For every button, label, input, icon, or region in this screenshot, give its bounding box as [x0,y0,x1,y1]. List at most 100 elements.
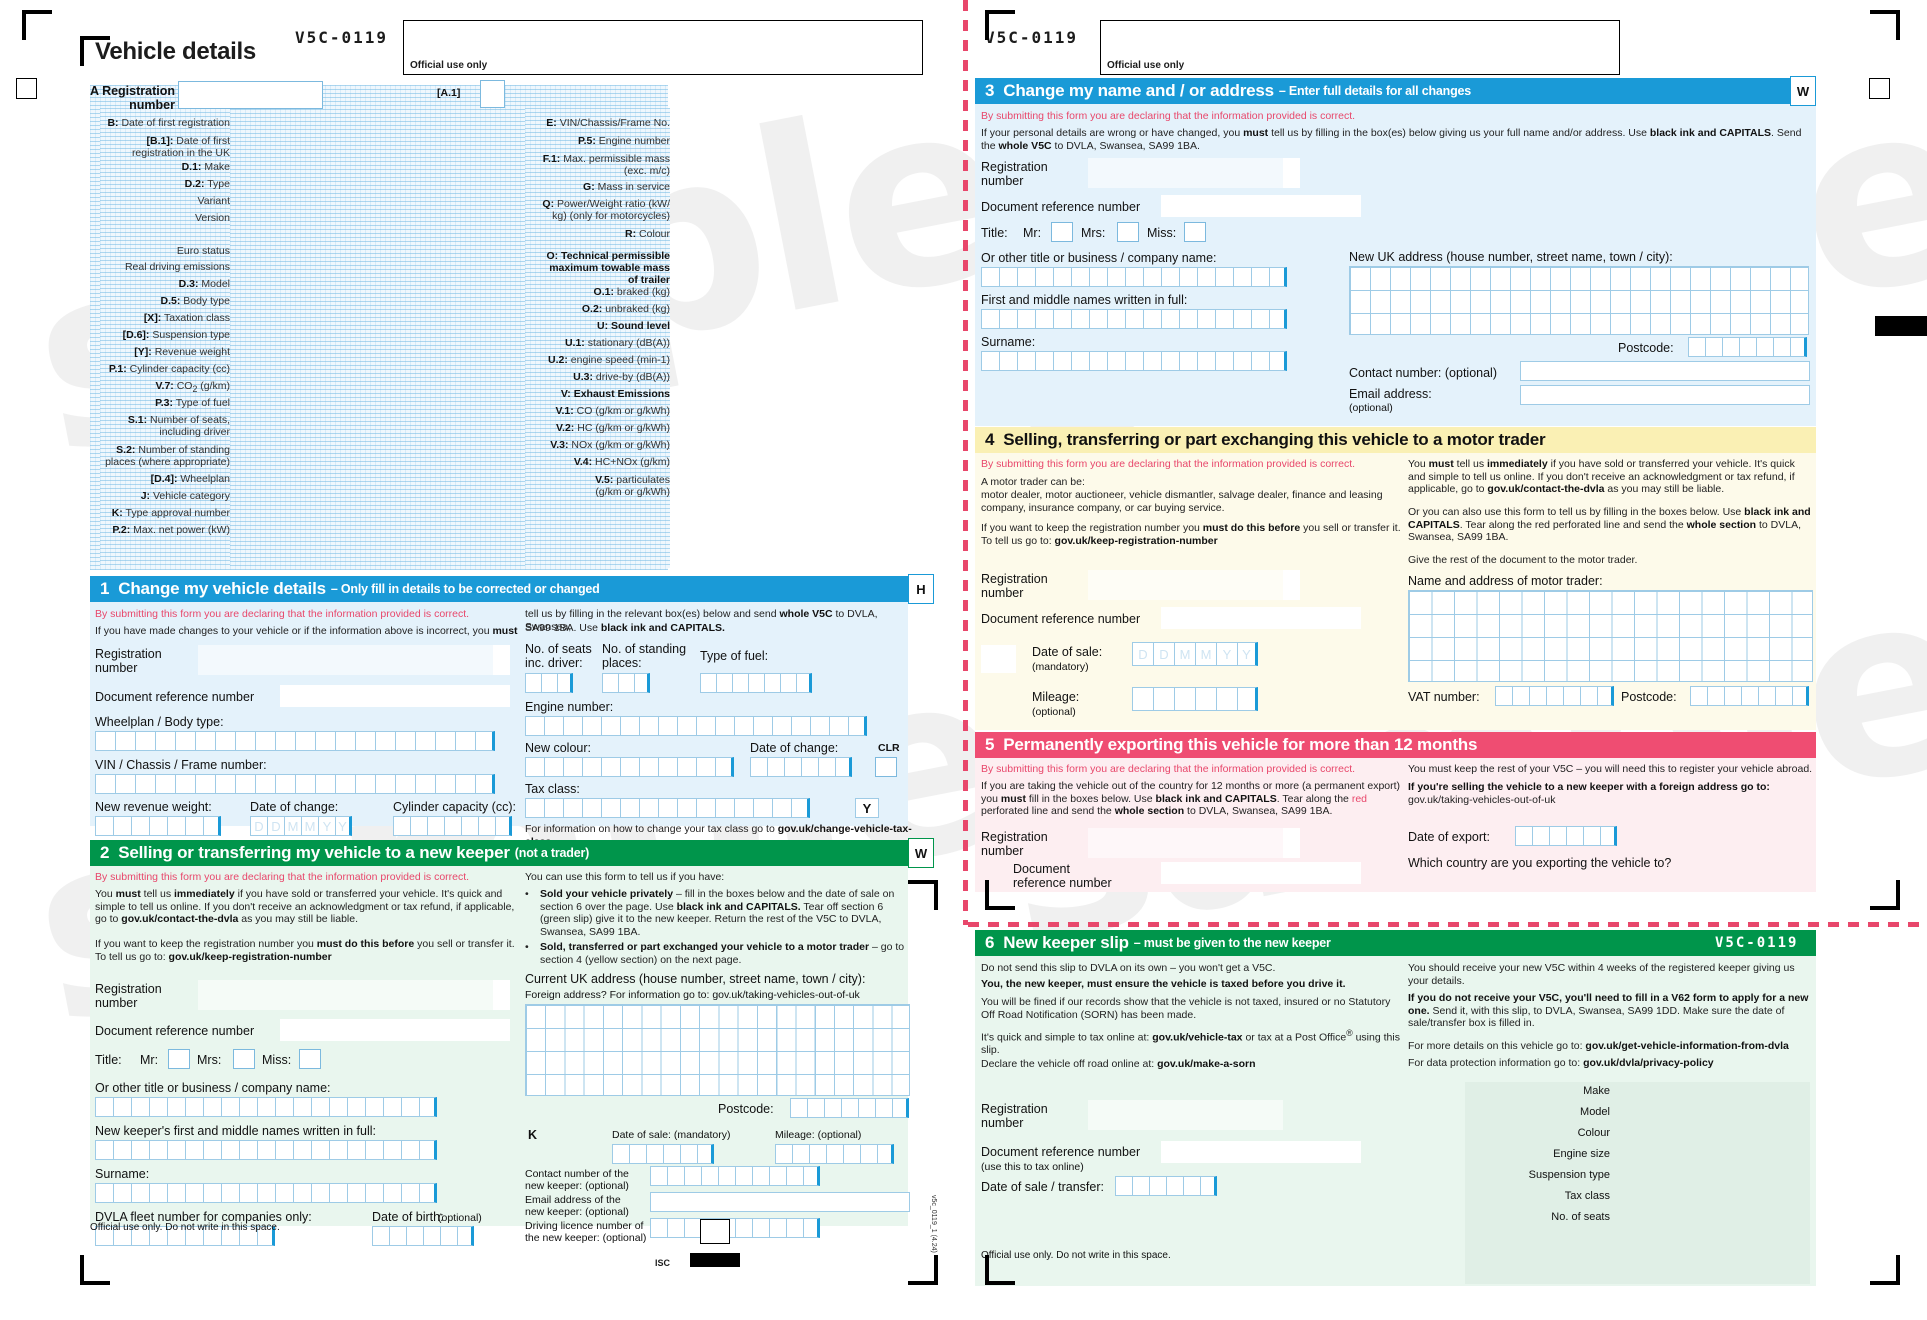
input-cell[interactable] [767,757,784,777]
input-cell[interactable] [155,774,175,794]
input-cell[interactable] [582,798,601,818]
input-cell[interactable] [383,1097,401,1117]
section2-address-grid[interactable] [525,1004,910,1096]
input-cell[interactable] [203,816,221,836]
input-cell[interactable] [395,774,415,794]
input-cell[interactable] [1741,686,1758,706]
section6-reg-input[interactable] [1088,1100,1283,1130]
section5-dateexport-cells[interactable] [1515,826,1617,846]
input-cell[interactable] [769,1166,786,1186]
input-cell[interactable] [1053,267,1071,287]
input-cell[interactable] [419,1140,437,1160]
input-cell[interactable] [620,716,639,736]
input-cell[interactable] [1089,309,1107,329]
input-cell[interactable] [1707,686,1724,706]
input-cell[interactable] [95,1140,113,1160]
section2-docref-input[interactable] [280,1019,510,1041]
input-cell[interactable] [335,731,355,751]
input-cell[interactable] [807,1098,824,1118]
input-cell[interactable] [658,798,677,818]
input-cell[interactable] [135,774,155,794]
input-cell[interactable] [275,774,295,794]
input-cell[interactable] [365,1183,383,1203]
section2-reg-check[interactable] [493,980,510,1010]
input-cell[interactable] [131,1097,149,1117]
input-cell[interactable] [1143,351,1161,371]
input-cell[interactable] [1143,267,1161,287]
input-cell[interactable] [95,816,113,836]
input-cell[interactable]: M [1195,642,1216,666]
input-cell[interactable] [1183,1176,1200,1196]
input-cell[interactable] [1233,267,1251,287]
input-cell[interactable] [999,351,1017,371]
input-cell[interactable]: Y [335,816,352,836]
input-cell[interactable] [1161,267,1179,287]
input-cell[interactable]: D [1153,642,1174,666]
input-cell[interactable] [735,1218,752,1238]
input-cell[interactable] [1197,351,1215,371]
input-cell[interactable] [667,1218,684,1238]
input-cell[interactable] [389,1226,406,1246]
section1-standing-cells[interactable] [602,673,650,693]
input-cell[interactable] [293,1097,311,1117]
input-cell[interactable] [620,757,639,777]
input-cell[interactable] [810,716,829,736]
input-cell[interactable]: Y [318,816,335,836]
input-cell[interactable] [1546,686,1563,706]
input-cell[interactable] [255,731,275,751]
input-cell[interactable] [786,1218,803,1238]
input-cell[interactable] [1179,309,1197,329]
section4-tradername-grid[interactable] [1408,590,1813,682]
input-cell[interactable] [796,673,812,693]
input-cell[interactable] [629,1144,646,1164]
input-cell[interactable] [315,774,335,794]
input-cell[interactable] [826,1144,843,1164]
input-cell[interactable] [95,731,115,751]
input-cell[interactable] [1125,309,1143,329]
input-cell[interactable]: Y [1216,642,1237,666]
input-cell[interactable] [620,798,639,818]
section2-postcode-cells[interactable] [790,1098,909,1118]
input-cell[interactable] [858,1098,875,1118]
input-cell[interactable] [395,731,415,751]
input-cell[interactable] [999,309,1017,329]
input-cell[interactable] [715,757,734,777]
input-cell[interactable] [835,757,852,777]
input-cell[interactable] [185,1140,203,1160]
input-cell[interactable] [1597,686,1614,706]
input-cell[interactable] [1195,687,1216,711]
input-cell[interactable] [149,1183,167,1203]
input-cell[interactable] [1215,351,1233,371]
input-cell[interactable] [1758,686,1775,706]
input-cell[interactable] [1251,351,1269,371]
input-cell[interactable]: Y [1237,642,1258,666]
input-cell[interactable] [1549,826,1566,846]
input-cell[interactable] [475,731,495,751]
input-cell[interactable] [167,1140,185,1160]
input-cell[interactable] [203,1097,221,1117]
input-cell[interactable] [131,1140,149,1160]
input-cell[interactable] [275,1183,293,1203]
section3-email-input[interactable] [1520,385,1810,405]
input-cell[interactable] [1739,337,1756,357]
input-cell[interactable] [95,1183,113,1203]
input-cell[interactable] [563,757,582,777]
input-cell[interactable] [167,1183,185,1203]
input-cell[interactable] [347,1140,365,1160]
input-cell[interactable] [95,1097,113,1117]
section1-cylinder-cells[interactable] [393,816,512,836]
input-cell[interactable] [696,716,715,736]
input-cell[interactable] [809,1144,826,1164]
section1-reg-check[interactable] [493,645,510,675]
input-cell[interactable] [457,1226,474,1246]
section2-surname-cells[interactable] [95,1183,437,1203]
section3-address-grid[interactable] [1349,266,1809,335]
input-cell[interactable] [255,774,275,794]
input-cell[interactable] [1563,686,1580,706]
input-cell[interactable] [221,1183,239,1203]
input-cell[interactable] [1269,351,1287,371]
input-cell[interactable] [495,816,512,836]
input-cell[interactable] [582,757,601,777]
input-cell[interactable] [1705,337,1722,357]
input-cell[interactable] [1089,267,1107,287]
